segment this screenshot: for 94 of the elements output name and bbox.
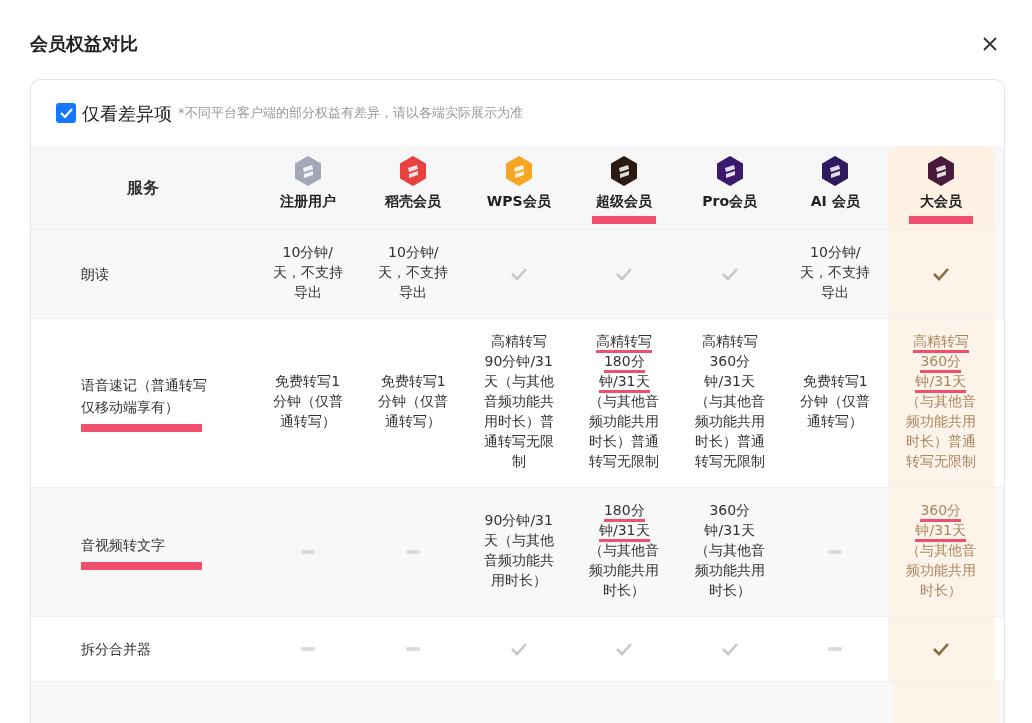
dialog-title: 会员权益对比: [30, 32, 138, 56]
cell-text-line: 分钟（仅普: [272, 393, 343, 411]
cell-text-line: 频功能共用: [694, 413, 765, 431]
cell-text-line: 通转写）: [807, 413, 864, 431]
cell-text-line: 时长）普通: [694, 433, 765, 451]
plan-name: Pro会员: [702, 192, 758, 211]
check-icon: [720, 642, 739, 656]
cell-text-line: 钟/31天: [915, 522, 966, 542]
check-icon: [509, 267, 528, 281]
cell-text-line: 360分: [709, 502, 751, 520]
check-icon: [615, 642, 634, 656]
cell-text-line: 转写无限制: [589, 453, 660, 471]
cell-text-line: 用时长）: [490, 572, 547, 590]
cell-text-line: （与其他音: [905, 393, 976, 411]
plan-name: AI 会员: [810, 192, 860, 211]
check-icon: [720, 267, 739, 281]
cell-text-line: 时长）: [708, 582, 751, 600]
cell-text-line: （与其他音: [589, 542, 660, 560]
cell-text-line: 钟/31天: [704, 373, 755, 391]
cell-text-line: 免费转写1: [380, 373, 446, 391]
cell-text-line: 音频功能共: [483, 393, 554, 411]
cell-text-line: 免费转写1: [802, 373, 868, 391]
check-icon: [509, 642, 528, 656]
cell-text-line: 免费转写1: [275, 373, 341, 391]
close-icon: [983, 36, 997, 51]
cell-text-line: 时长）普通: [589, 433, 660, 451]
cell-text-line: 频功能共用: [589, 562, 660, 580]
cell-text-line: 天（与其他: [483, 373, 554, 391]
cell-text-line: 通转写无限: [483, 433, 554, 451]
filter-checkbox[interactable]: [56, 103, 76, 123]
cell-text-line: 导出: [293, 284, 322, 302]
cell-text-line: 音频功能共: [483, 552, 554, 570]
cell-text-line: 通转写）: [279, 413, 336, 431]
platform-note: *不同平台客户端的部分权益有差异，请以各端实际展示为准: [178, 104, 523, 123]
cell-text-line: 钟/31天: [599, 522, 650, 542]
dash-icon: [406, 647, 421, 651]
check-icon: [615, 267, 634, 281]
plan-name: WPS会员: [486, 192, 551, 211]
cell-text-line: 分钟（仅普: [378, 393, 449, 411]
service-heading: 服务: [127, 176, 159, 199]
cell-text-line: （与其他音: [589, 393, 660, 411]
cell-text-line: 10分钟/: [810, 244, 861, 262]
cell-text-line: 180分: [603, 353, 645, 373]
cell-text-line: 10分钟/: [282, 244, 333, 262]
service-name: 语音速记（普通转写仅移动端享有）: [81, 376, 208, 417]
check-icon: [931, 267, 950, 281]
plan-name: 大会员: [919, 192, 962, 211]
cell-text-line: 频功能共用: [905, 562, 976, 580]
plan-name: 超级会员: [596, 192, 653, 211]
cell-text-line: 转写无限制: [694, 453, 765, 471]
cell-text-line: （与其他音: [905, 542, 976, 560]
cell-text-line: 钟/31天: [915, 373, 966, 393]
cell-text-line: 导出: [821, 284, 850, 302]
service-name: 拆分合并器: [81, 640, 152, 659]
check-icon: [931, 642, 950, 656]
cell-text-line: 180分: [603, 502, 645, 522]
plan-name: 注册用户: [279, 192, 336, 211]
cell-text-line: 转写无限制: [905, 453, 976, 471]
cell-text-line: 天（与其他: [483, 532, 554, 550]
cell-text-line: 天，不支持: [378, 264, 449, 282]
dash-icon: [300, 647, 315, 651]
cell-text-line: 时长）普通: [905, 433, 976, 451]
cell-text-line: 天，不支持: [800, 264, 871, 282]
cell-text-line: 频功能共用: [905, 413, 976, 431]
cell-text-line: 时长）: [603, 582, 646, 600]
cell-text-line: （与其他音: [694, 393, 765, 411]
cell-text-line: 高精转写: [701, 333, 758, 351]
cell-text-line: 钟/31天: [704, 522, 755, 540]
service-name: 音视频转文字: [81, 536, 166, 555]
cell-text-line: 通转写）: [385, 413, 442, 431]
cell-text-line: 制: [511, 453, 526, 471]
cell-text-line: 高精转写: [596, 333, 653, 353]
cell-text-line: 导出: [399, 284, 428, 302]
cell-text-line: 频功能共用: [589, 413, 660, 431]
filter-label[interactable]: 仅看差异项: [82, 99, 172, 127]
cell-text-line: 90分钟/31: [484, 353, 553, 371]
cell-text-line: 钟/31天: [599, 373, 650, 393]
cell-text-line: 天，不支持: [272, 264, 343, 282]
cell-text-line: 360分: [920, 502, 962, 522]
cell-text-line: 360分: [920, 353, 962, 373]
dash-icon: [828, 647, 843, 651]
cell-text-line: 高精转写: [490, 333, 547, 351]
cell-text-line: 频功能共用: [694, 562, 765, 580]
cell-text-line: 10分钟/: [388, 244, 439, 262]
plan-name: 稻壳会员: [385, 192, 442, 211]
cell-text-line: 分钟（仅普: [800, 393, 871, 411]
cell-text-line: 90分钟/31: [484, 512, 553, 530]
cell-text-line: 360分: [709, 353, 751, 371]
service-name: 朗读: [81, 265, 110, 284]
cell-text-line: 用时长）普: [483, 413, 554, 431]
cell-text-line: 高精转写: [912, 333, 969, 353]
cell-text-line: （与其他音: [694, 542, 765, 560]
checkmark-icon: [59, 108, 73, 118]
cell-text-line: 时长）: [919, 582, 962, 600]
